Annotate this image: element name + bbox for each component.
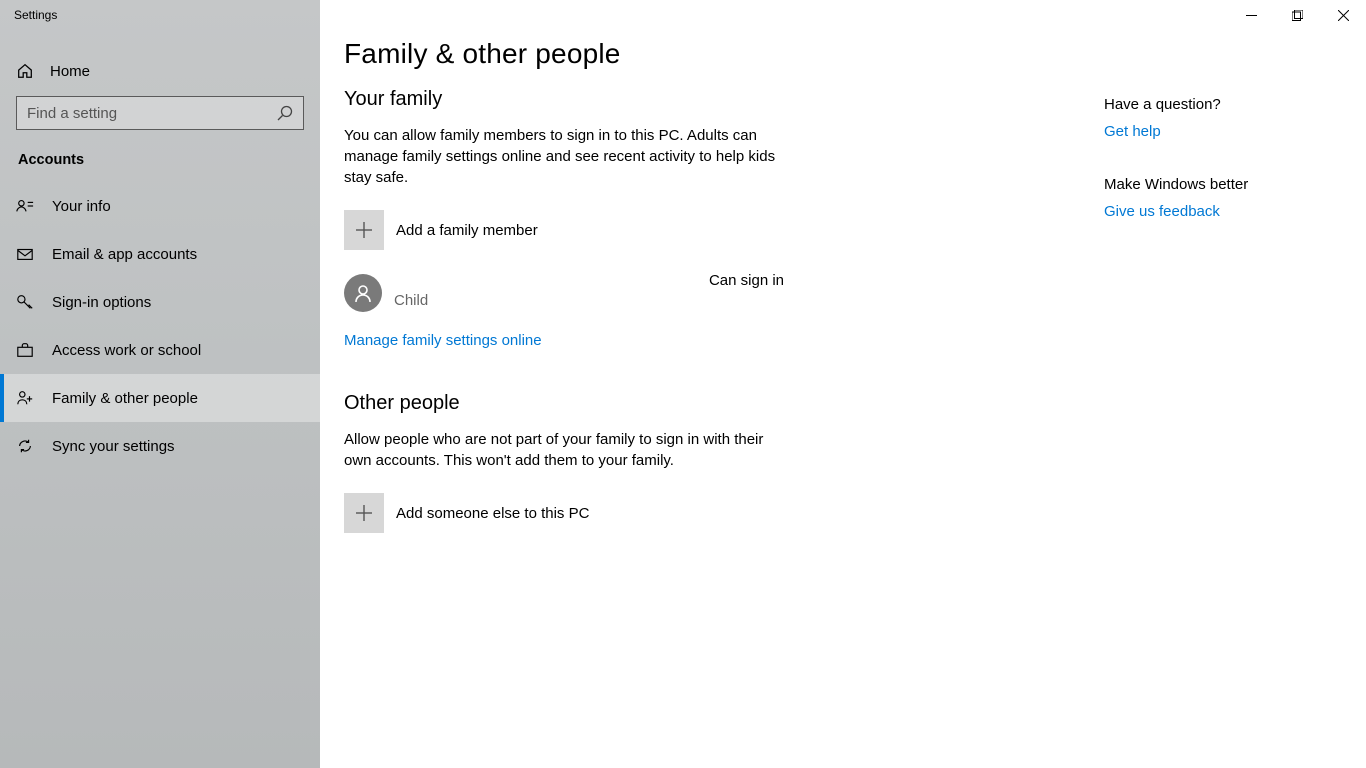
help-column: Have a question? Get help Make Windows b… — [1080, 0, 1360, 768]
nav-item-label: Sync your settings — [52, 438, 175, 455]
mail-icon — [16, 245, 34, 263]
avatar-icon — [344, 274, 382, 312]
person-card-icon — [16, 197, 34, 215]
nav-item-label: Sign-in options — [52, 294, 151, 311]
nav: Your info Email & app accounts Sign-in o… — [0, 182, 320, 470]
nav-item-access-work-school[interactable]: Access work or school — [0, 326, 320, 374]
feedback-link[interactable]: Give us feedback — [1104, 203, 1336, 220]
feedback-heading: Make Windows better — [1104, 176, 1336, 193]
nav-item-label: Family & other people — [52, 390, 198, 407]
plus-icon — [344, 210, 384, 250]
family-description: You can allow family members to sign in … — [344, 125, 784, 188]
nav-item-signin-options[interactable]: Sign-in options — [0, 278, 320, 326]
nav-item-label: Access work or school — [52, 342, 201, 359]
help-heading: Have a question? — [1104, 96, 1336, 113]
key-icon — [16, 293, 34, 311]
add-family-member-button[interactable]: Add a family member — [344, 210, 1056, 250]
nav-item-your-info[interactable]: Your info — [0, 182, 320, 230]
nav-item-family-other[interactable]: Family & other people — [0, 374, 320, 422]
plus-icon — [344, 493, 384, 533]
sync-icon — [16, 437, 34, 455]
home-icon — [16, 62, 34, 80]
add-other-user-button[interactable]: Add someone else to this PC — [344, 493, 1056, 533]
close-button[interactable] — [1320, 0, 1366, 30]
search-box[interactable] — [16, 96, 304, 130]
home-button[interactable]: Home — [0, 48, 320, 96]
nav-item-label: Your info — [52, 198, 111, 215]
people-plus-icon — [16, 389, 34, 407]
search-icon — [277, 105, 293, 121]
nav-item-email-accounts[interactable]: Email & app accounts — [0, 230, 320, 278]
other-heading: Other people — [344, 392, 1056, 415]
main: Family & other people Your family You ca… — [320, 0, 1366, 768]
member-role: Child — [394, 292, 697, 309]
window-controls — [1228, 0, 1366, 30]
page-title: Family & other people — [344, 38, 1056, 70]
home-label: Home — [50, 63, 90, 80]
add-other-label: Add someone else to this PC — [396, 505, 589, 522]
family-member-row[interactable]: Child Can sign in — [344, 274, 784, 312]
window-title: Settings — [0, 0, 320, 28]
member-status: Can sign in — [709, 272, 784, 289]
search-input[interactable] — [27, 105, 277, 122]
family-heading: Your family — [344, 88, 1056, 111]
maximize-button[interactable] — [1274, 0, 1320, 30]
minimize-button[interactable] — [1228, 0, 1274, 30]
nav-item-label: Email & app accounts — [52, 246, 197, 263]
nav-item-sync-settings[interactable]: Sync your settings — [0, 422, 320, 470]
manage-family-link[interactable]: Manage family settings online — [344, 332, 542, 349]
category-label: Accounts — [0, 148, 320, 182]
sidebar: Settings Home Accounts Your info — [0, 0, 320, 768]
add-family-label: Add a family member — [396, 222, 538, 239]
content: Family & other people Your family You ca… — [320, 0, 1080, 768]
other-description: Allow people who are not part of your fa… — [344, 429, 784, 471]
member-info: Child — [394, 278, 697, 309]
briefcase-icon — [16, 341, 34, 359]
get-help-link[interactable]: Get help — [1104, 123, 1336, 140]
